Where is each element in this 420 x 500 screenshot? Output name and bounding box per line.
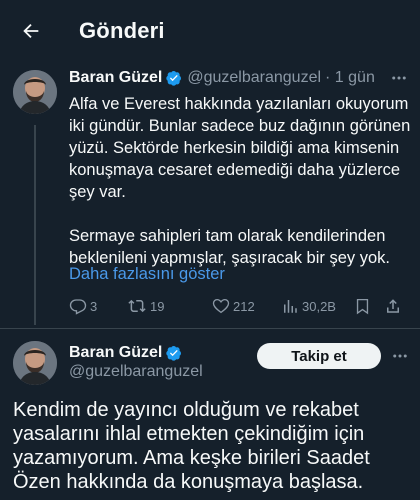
like-icon xyxy=(212,298,230,314)
reply-count: 3 xyxy=(90,298,98,314)
avatar-image xyxy=(13,70,57,114)
more-icon xyxy=(392,76,406,80)
reply-author-row: Baran Güzel @guzelbaranguzel · 1 gün xyxy=(69,69,375,87)
reply-tweet-text: Alfa ve Everest hakkında yazılanları oku… xyxy=(69,93,414,269)
reply-action-bar: 3 19 212 30,2B xyxy=(69,292,409,320)
reply-author-name[interactable]: Baran Güzel xyxy=(69,69,162,87)
show-more-link[interactable]: Daha fazlasını göster xyxy=(69,265,225,284)
thread-connector-line xyxy=(34,125,36,325)
follow-button[interactable]: Takip et xyxy=(257,343,381,369)
reply-button[interactable]: 3 xyxy=(69,292,97,320)
retweet-button[interactable]: 19 xyxy=(127,292,164,320)
reply-paragraph: Sermaye sahipleri tam olarak kendilerind… xyxy=(69,227,390,267)
reply-paragraph: Alfa ve Everest hakkında yazılanları oku… xyxy=(69,95,411,201)
reply-icon xyxy=(69,299,87,315)
bookmark-button[interactable] xyxy=(354,292,371,320)
like-count: 212 xyxy=(233,298,255,314)
bookmark-icon xyxy=(356,298,369,315)
like-button[interactable]: 212 xyxy=(212,292,255,320)
share-button[interactable] xyxy=(384,292,402,320)
views-button[interactable]: 30,2B xyxy=(281,292,336,320)
avatar-image xyxy=(13,341,57,385)
verified-icon xyxy=(166,70,182,86)
retweet-count: 19 xyxy=(150,298,165,314)
back-button[interactable] xyxy=(14,14,48,48)
divider xyxy=(0,328,420,329)
reply-more-button[interactable] xyxy=(386,66,412,90)
views-count: 30,2B xyxy=(302,298,336,314)
main-handle[interactable]: @guzelbaranguzel xyxy=(69,363,203,381)
avatar[interactable] xyxy=(13,341,57,385)
retweet-icon xyxy=(128,299,146,313)
main-more-button[interactable] xyxy=(388,343,412,369)
verified-icon xyxy=(166,345,182,361)
main-tweet-text: Kendim de yayıncı olduğum ve rekabet yas… xyxy=(13,399,370,493)
share-icon xyxy=(387,299,399,313)
reply-handle[interactable]: @guzelbaranguzel xyxy=(187,69,321,87)
page-title: Gönderi xyxy=(79,18,165,43)
main-author-name[interactable]: Baran Güzel xyxy=(69,344,162,362)
avatar[interactable] xyxy=(13,70,57,114)
more-icon xyxy=(393,354,407,358)
main-author-row: Baran Güzel xyxy=(69,344,187,362)
reply-time[interactable]: · 1 gün xyxy=(325,69,375,87)
views-icon xyxy=(284,300,297,313)
back-arrow-icon xyxy=(23,23,39,39)
top-bar: Gönderi xyxy=(0,0,420,62)
